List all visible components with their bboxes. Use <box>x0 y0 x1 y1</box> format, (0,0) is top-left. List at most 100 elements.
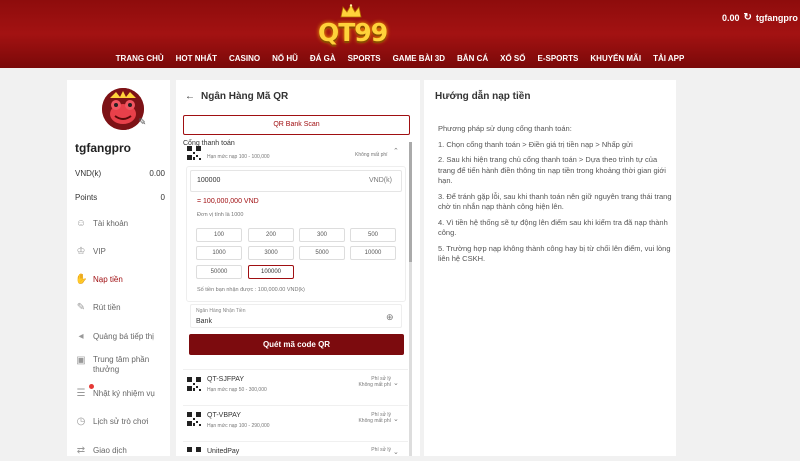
nav-item[interactable]: E-SPORTS <box>537 54 578 68</box>
nav-item[interactable]: CASINO <box>229 54 260 68</box>
history-icon: ◷ <box>76 416 86 427</box>
amount-chip[interactable]: 500 <box>350 228 396 242</box>
chevron-down-icon[interactable]: ⌄ <box>393 379 399 387</box>
transaction-icon: ⇄ <box>76 445 86 456</box>
scrollbar-thumb[interactable] <box>409 142 412 262</box>
points-label: Points <box>75 193 98 202</box>
bank-field-value: Bank <box>196 318 212 325</box>
nav-item[interactable]: SPORTS <box>348 54 381 68</box>
points-row: Points 0 <box>75 193 165 202</box>
nav-item[interactable]: BẮN CÁ <box>457 54 488 68</box>
points-value: 0 <box>160 193 165 202</box>
sidebar-username: tgfangpro <box>75 141 131 155</box>
sidebar-item-label: VIP <box>93 247 106 256</box>
sidebar-item-label: Trung tâm phần thưởng <box>93 355 150 374</box>
nav-item[interactable]: KHUYẾN MÃI <box>590 54 641 68</box>
megaphone-icon: ◂ <box>78 331 84 342</box>
qr-code-icon <box>187 377 201 391</box>
vnd-value: 0.00 <box>149 169 165 178</box>
qr-code-icon <box>187 447 201 452</box>
chevron-up-icon[interactable]: ⌃ <box>393 147 399 155</box>
task-icon: ☰ <box>76 388 86 399</box>
vip-icon: ♔ <box>76 246 86 257</box>
sidebar-item-deposit[interactable]: ✋ Nạp tiền <box>75 274 170 286</box>
nav-item[interactable]: GAME BÀI 3D <box>393 54 445 68</box>
guide-paragraph: 5. Trường hợp nạp không thành công hay b… <box>438 243 671 264</box>
nav-item[interactable]: TẢI APP <box>653 54 684 68</box>
vnd-balance-row: VND(k) 0.00 <box>75 169 165 178</box>
amount-chip[interactable]: 50000 <box>196 265 242 279</box>
main-nav: TRANG CHỦ HOT NHẤT CASINO NỔ HŨ ĐÁ GÀ SP… <box>0 54 800 68</box>
amount-unit: VND(k) <box>369 177 392 184</box>
amount-chip[interactable]: 3000 <box>248 246 294 260</box>
amount-chip[interactable]: 100 <box>196 228 242 242</box>
scan-qr-button[interactable]: Quét mã code QR <box>189 334 404 355</box>
guide-paragraph: 3. Để tránh gặp lỗi, sau khi thanh toán … <box>438 191 672 212</box>
nav-item[interactable]: TRANG CHỦ <box>116 54 164 68</box>
balance-area: 0.00 ↻ tgfangpro <box>722 12 798 23</box>
gateway-limit: Hạn mức nạp 100 - 100,000 <box>207 154 270 160</box>
chevron-down-icon[interactable]: ⌄ <box>393 448 399 456</box>
qr-bank-scan-button[interactable]: QR Bank Scan <box>183 115 410 135</box>
sidebar-item-account[interactable]: ☺ Tài khoản <box>75 218 170 230</box>
gateway-fee-value: Không mất phí <box>358 382 391 388</box>
gateway-name: QT-SJFPAY <box>207 376 245 383</box>
gateway-limit: Hạn mức nạp 100 - 290,000 <box>207 423 270 429</box>
site-logo[interactable]: QT99 <box>318 4 388 50</box>
back-arrow-icon[interactable]: ← <box>185 91 195 102</box>
sidebar-item-label: Tài khoản <box>93 219 129 228</box>
sidebar-item-transactions[interactable]: ⇄ Giao dịch <box>75 445 170 457</box>
refresh-icon[interactable]: ↻ <box>744 12 752 23</box>
received-note: Số tiền bạn nhận được : 100,000.00 VND(k… <box>197 287 305 293</box>
guide-title: Hướng dẫn nạp tiền <box>435 91 531 102</box>
sidebar-item-history[interactable]: ◷ Lịch sử trò chơi <box>75 416 170 428</box>
gateway-fee: Không mất phí <box>355 152 388 158</box>
gateway-limit: Hạn mức nạp 50 - 300,000 <box>207 387 267 393</box>
guide-paragraph: 2. Sau khi hiện trang chủ cổng thanh toá… <box>438 155 666 185</box>
sidebar-item-rewards[interactable]: ▣ Trung tâm phần thưởng <box>75 355 170 375</box>
vnd-label: VND(k) <box>75 169 102 178</box>
amount-chip[interactable]: 10000 <box>350 246 396 260</box>
logo-text: QT99 <box>318 18 388 47</box>
amount-chip[interactable]: 5000 <box>299 246 345 260</box>
gateway-fee-value: Không mất phí <box>358 418 391 424</box>
sidebar-item-label: Nạp tiền <box>93 275 123 284</box>
sidebar-item-marketing[interactable]: ◂ Quảng bá tiếp thị <box>75 331 170 343</box>
chevron-down-icon[interactable]: ⌄ <box>393 415 399 423</box>
add-circle-icon[interactable]: ⊕ <box>386 312 394 323</box>
amount-chip-selected[interactable]: 100000 <box>248 265 294 279</box>
sidebar-item-withdraw[interactable]: ✎ Rút tiền <box>75 302 170 314</box>
amount-chip[interactable]: 200 <box>248 228 294 242</box>
nav-item[interactable]: NỔ HŨ <box>272 54 298 68</box>
sidebar-item-vip[interactable]: ♔ VIP <box>75 246 170 258</box>
balance-value: 0.00 <box>722 12 740 23</box>
nav-item[interactable]: XỔ SỐ <box>500 54 525 68</box>
amount-chip[interactable]: 300 <box>299 228 345 242</box>
gateway-name: UnitedPay <box>207 448 240 455</box>
gateway-fee-label: Phí sử lý <box>371 447 391 453</box>
sidebar-item-label: Quảng bá tiếp thị <box>93 332 154 341</box>
sidebar-item-tasks[interactable]: ☰ Nhật ký nhiệm vụ <box>75 388 170 400</box>
sidebar-item-label: Nhật ký nhiệm vụ <box>93 389 155 398</box>
page-title: Ngân Hàng Mã QR <box>201 91 289 102</box>
crown-icon <box>340 4 362 18</box>
amount-chip[interactable]: 1000 <box>196 246 242 260</box>
guide-paragraph: 4. Vì tiền hệ thống sẽ tự động lên điểm … <box>438 217 668 238</box>
notification-dot <box>89 384 94 389</box>
sidebar-item-label: Rút tiền <box>93 303 121 312</box>
converted-amount: = 100,000,000 VND <box>197 198 259 205</box>
edit-avatar-icon[interactable]: ✎ <box>138 117 146 128</box>
user-icon: ☺ <box>75 218 87 229</box>
guide-body: Phương pháp sử dụng cổng thanh toán: 1. … <box>438 124 674 270</box>
sidebar-item-label: Lịch sử trò chơi <box>93 417 149 426</box>
sidebar-item-label: Giao dịch <box>93 446 127 455</box>
nav-item[interactable]: HOT NHẤT <box>176 54 217 68</box>
header-username[interactable]: tgfangpro <box>756 13 798 23</box>
gateway-name: QT-VBPAY <box>207 412 241 419</box>
nav-item[interactable]: ĐÁ GÀ <box>310 54 336 68</box>
scrollbar[interactable] <box>409 142 412 456</box>
gateway-fee: Phí sử lý Không mất phí <box>357 412 391 424</box>
gateway-fee: Phí sử lý Không mất phí <box>357 376 391 388</box>
guide-paragraph: Phương pháp sử dụng cổng thanh toán: <box>438 124 572 133</box>
qr-code-icon <box>187 146 201 160</box>
